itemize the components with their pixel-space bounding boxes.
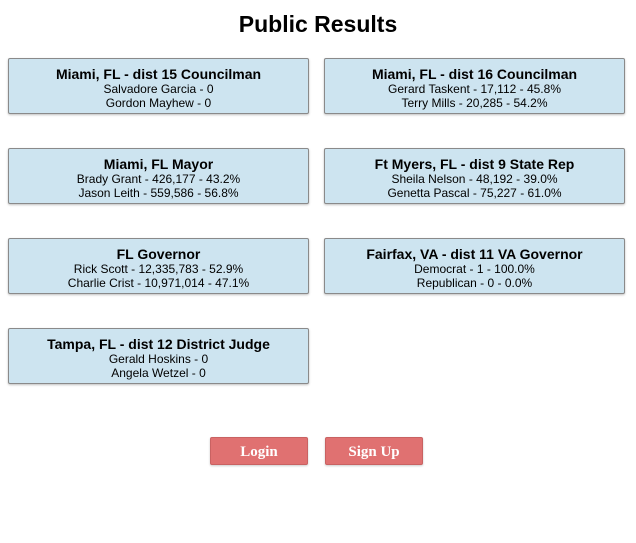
race-card: FL Governor Rick Scott - 12,335,783 - 52… — [8, 238, 309, 294]
page: Public Results Miami, FL - dist 15 Counc… — [0, 0, 636, 543]
candidate-result: Gerald Hoskins - 0 — [108, 352, 209, 366]
race-card: Miami, FL - dist 16 Councilman Gerard Ta… — [324, 58, 625, 114]
candidate-result: Rick Scott - 12,335,783 - 52.9% — [73, 262, 244, 276]
candidate-result: Gordon Mayhew - 0 — [105, 96, 212, 110]
race-title: Tampa, FL - dist 12 District Judge — [47, 336, 270, 352]
race-title: Miami, FL - dist 16 Councilman — [371, 66, 578, 82]
candidate-result: Angela Wetzel - 0 — [111, 366, 206, 380]
race-card: Miami, FL - dist 15 Councilman Salvadore… — [8, 58, 309, 114]
race-title: FL Governor — [116, 246, 201, 262]
race-title: Miami, FL - dist 15 Councilman — [55, 66, 262, 82]
candidate-result: Terry Mills - 20,285 - 54.2% — [401, 96, 548, 110]
race-card: Ft Myers, FL - dist 9 State Rep Sheila N… — [324, 148, 625, 204]
candidate-result: Democrat - 1 - 100.0% — [414, 262, 535, 276]
candidate-result: Sheila Nelson - 48,192 - 39.0% — [391, 172, 558, 186]
race-title: Fairfax, VA - dist 11 VA Governor — [366, 246, 583, 262]
race-title: Miami, FL Mayor — [103, 156, 214, 172]
login-button[interactable]: Login — [210, 437, 308, 465]
race-card: Fairfax, VA - dist 11 VA Governor Democr… — [324, 238, 625, 294]
race-card: Miami, FL Mayor Brady Grant - 426,177 - … — [8, 148, 309, 204]
candidate-result: Genetta Pascal - 75,227 - 61.0% — [387, 186, 562, 200]
candidate-result: Salvadore Garcia - 0 — [103, 82, 214, 96]
candidate-result: Brady Grant - 426,177 - 43.2% — [76, 172, 241, 186]
candidate-result: Republican - 0 - 0.0% — [416, 276, 533, 290]
candidate-result: Jason Leith - 559,586 - 56.8% — [78, 186, 239, 200]
race-title: Ft Myers, FL - dist 9 State Rep — [374, 156, 575, 172]
page-title: Public Results — [238, 11, 398, 37]
candidate-result: Charlie Crist - 10,971,014 - 47.1% — [67, 276, 250, 290]
sign-up-button[interactable]: Sign Up — [325, 437, 423, 465]
candidate-result: Gerard Taskent - 17,112 - 45.8% — [388, 82, 561, 96]
race-card: Tampa, FL - dist 12 District Judge Geral… — [8, 328, 309, 384]
